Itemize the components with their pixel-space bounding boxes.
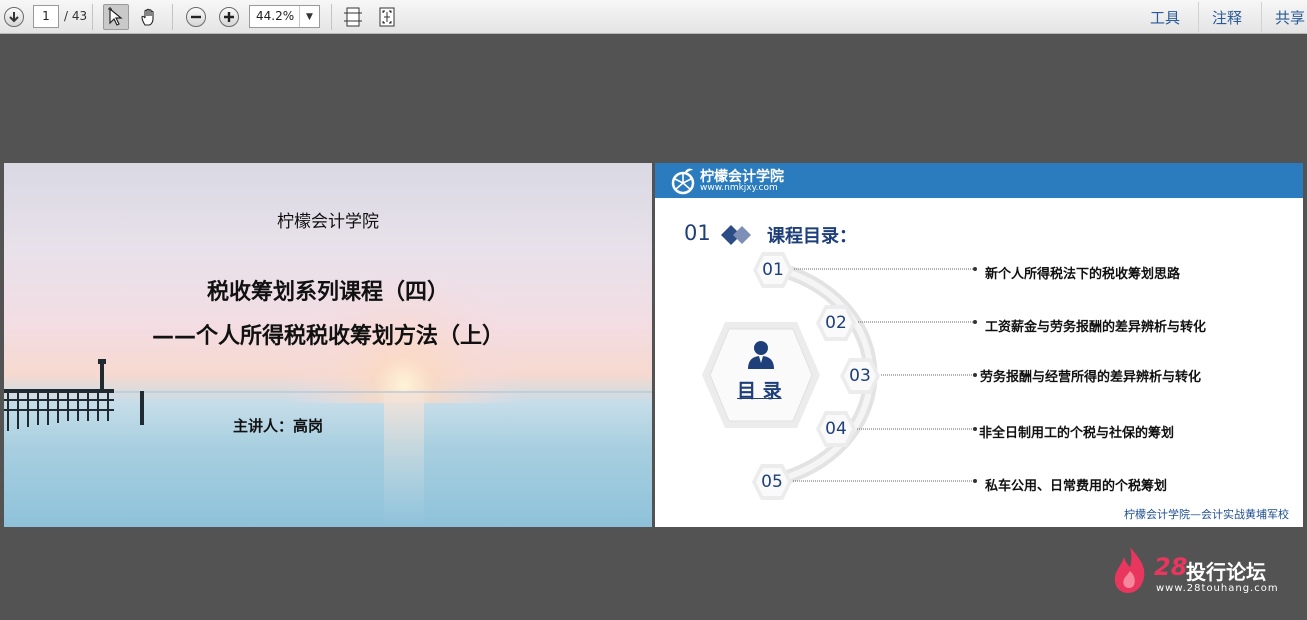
toc-number-2: 02 [815, 303, 857, 343]
fit-width-icon [344, 7, 362, 27]
comment-link[interactable]: 注释 [1212, 7, 1242, 28]
select-cursor-icon [108, 7, 123, 26]
toc-number-5: 05 [751, 462, 793, 502]
zoom-value: 44.2% [256, 9, 295, 23]
zoom-out-icon [186, 7, 206, 27]
chevron-down-icon[interactable]: ▼ [299, 6, 319, 27]
toc-number-4: 04 [815, 409, 857, 449]
toolbar-divider [172, 4, 173, 30]
slide-page-2: 柠檬会计学院 www.nmkjxy.com 01 课程目录： 目 录 01 02… [655, 163, 1303, 527]
watermark-number: 28 [1154, 553, 1188, 581]
toc-item-3: 劳务报酬与经营所得的差异辨析与转化 [980, 370, 1202, 385]
zoom-in-button[interactable] [217, 4, 241, 30]
toolbar-divider [92, 4, 93, 30]
toc-center-label: 目 录 [737, 380, 782, 402]
slide-page-1: 柠檬会计学院 税收筹划系列课程（四） ——个人所得税税收筹划方法（上） 主讲人：… [4, 163, 652, 527]
zoom-in-icon [219, 7, 239, 27]
course-subtitle: ——个人所得税税收筹划方法（上） [151, 324, 504, 349]
share-link[interactable]: 共享 [1275, 7, 1305, 28]
presenter: 主讲人：高岗 [232, 417, 323, 435]
toolbar-divider [1198, 2, 1199, 32]
watermark-text: 投行论坛 [1186, 560, 1266, 584]
toc-item-4: 非全日制用工的个税与社保的筹划 [979, 426, 1175, 441]
watermark-logo: 28 投行论坛 www.28touhang.com [1110, 543, 1300, 603]
tools-link[interactable]: 工具 [1150, 7, 1180, 28]
org-name: 柠檬会计学院 [277, 212, 379, 232]
watermark-url: www.28touhang.com [1156, 583, 1279, 594]
page-down-button[interactable] [3, 4, 25, 30]
toolbar-divider [1261, 2, 1262, 32]
user-avatar-icon [748, 341, 774, 369]
toolbar: 1 / 43 44.2% ▼ 工具 注释 共享 [0, 0, 1307, 34]
flame-icon [1114, 547, 1145, 593]
select-tool-button[interactable] [103, 4, 129, 30]
toc-item-2: 工资薪金与劳务报酬的差异辨析与转化 [985, 320, 1207, 335]
fit-width-button[interactable] [342, 4, 364, 30]
hand-tool-button[interactable] [137, 4, 161, 30]
toc-item-5: 私车公用、日常费用的个税筹划 [985, 479, 1168, 494]
course-title: 税收筹划系列课程（四） [206, 280, 449, 305]
toc-number-1: 01 [752, 250, 794, 290]
toolbar-divider [331, 4, 332, 30]
page-down-icon [4, 7, 24, 27]
slide-footer: 柠檬会计学院—会计实战黄埔军校 [1124, 508, 1289, 521]
page-number-input[interactable]: 1 [33, 5, 59, 28]
fit-page-icon [379, 7, 395, 27]
fit-page-button[interactable] [376, 4, 398, 30]
toc-number-3: 03 [839, 356, 881, 396]
toc-item-1: 新个人所得税法下的税收筹划思路 [985, 267, 1181, 282]
zoom-out-button[interactable] [184, 4, 208, 30]
zoom-select[interactable]: 44.2% ▼ [249, 5, 320, 28]
hand-tool-icon [141, 8, 154, 26]
page-total-label: / 43 [64, 9, 88, 23]
